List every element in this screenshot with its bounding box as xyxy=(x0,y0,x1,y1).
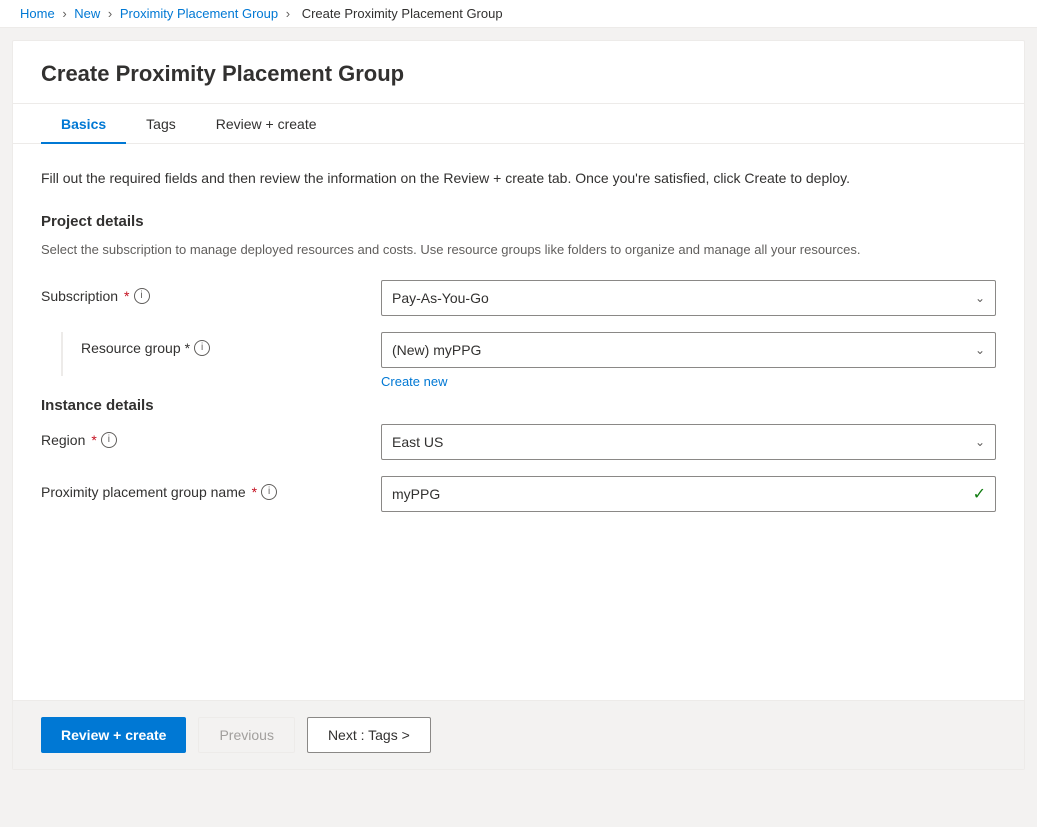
subscription-info-icon[interactable]: i xyxy=(134,288,150,304)
breadcrumb: Home › New › Proximity Placement Group ›… xyxy=(0,0,1037,28)
ppg-name-input-col: ✓ xyxy=(381,476,996,512)
resource-group-chevron-icon: ⌄ xyxy=(975,343,985,357)
subscription-value: Pay-As-You-Go xyxy=(392,290,489,306)
review-create-button[interactable]: Review + create xyxy=(41,717,186,753)
resource-group-dropdown[interactable]: (New) myPPG ⌄ xyxy=(381,332,996,368)
ppg-name-label: Proximity placement group name xyxy=(41,484,246,500)
ppg-name-label-col: Proximity placement group name * i xyxy=(41,476,381,500)
region-value: East US xyxy=(392,434,443,450)
region-label-col: Region * i xyxy=(41,424,381,448)
breadcrumb-new[interactable]: New xyxy=(74,6,100,21)
footer: Review + create Previous Next : Tags > xyxy=(13,700,1024,769)
subscription-label-col: Subscription * i xyxy=(41,280,381,304)
subscription-chevron-icon: ⌄ xyxy=(975,291,985,305)
page-description: Fill out the required fields and then re… xyxy=(41,168,996,189)
next-button[interactable]: Next : Tags > xyxy=(307,717,431,753)
region-row: Region * i East US ⌄ xyxy=(41,424,996,460)
subscription-input-col: Pay-As-You-Go ⌄ xyxy=(381,280,996,316)
indent-line xyxy=(61,332,63,376)
resource-group-label-col: Resource group * i xyxy=(81,332,381,356)
resource-group-row: Resource group * i (New) myPPG ⌄ Create … xyxy=(41,332,996,389)
region-label: Region xyxy=(41,432,85,448)
project-details-section: Project details Select the subscription … xyxy=(41,213,996,389)
instance-details-title: Instance details xyxy=(41,397,996,414)
indent-connector xyxy=(41,332,81,376)
resource-group-input-col: (New) myPPG ⌄ Create new xyxy=(381,332,996,389)
resource-group-required: * xyxy=(185,340,190,356)
page-title: Create Proximity Placement Group xyxy=(41,61,996,87)
region-required: * xyxy=(91,432,96,448)
content-area: Fill out the required fields and then re… xyxy=(13,144,1024,700)
ppg-name-required: * xyxy=(252,484,257,500)
tabs-row: Basics Tags Review + create xyxy=(13,104,1024,144)
project-details-desc: Select the subscription to manage deploy… xyxy=(41,240,996,260)
instance-details-section: Instance details Region * i East US ⌄ xyxy=(41,397,996,512)
subscription-dropdown[interactable]: Pay-As-You-Go ⌄ xyxy=(381,280,996,316)
region-dropdown[interactable]: East US ⌄ xyxy=(381,424,996,460)
ppg-name-input[interactable] xyxy=(381,476,996,512)
tab-review-create[interactable]: Review + create xyxy=(196,104,337,144)
tab-tags[interactable]: Tags xyxy=(126,104,196,144)
breadcrumb-ppg[interactable]: Proximity Placement Group xyxy=(120,6,278,21)
tab-basics[interactable]: Basics xyxy=(41,104,126,144)
subscription-label: Subscription xyxy=(41,288,118,304)
ppg-name-info-icon[interactable]: i xyxy=(261,484,277,500)
main-container: Create Proximity Placement Group Basics … xyxy=(12,40,1025,770)
subscription-required: * xyxy=(124,288,129,304)
resource-group-label: Resource group xyxy=(81,340,181,356)
region-info-icon[interactable]: i xyxy=(101,432,117,448)
resource-group-info-icon[interactable]: i xyxy=(194,340,210,356)
region-chevron-icon: ⌄ xyxy=(975,435,985,449)
breadcrumb-current: Create Proximity Placement Group xyxy=(302,6,503,21)
ppg-name-valid-icon: ✓ xyxy=(973,484,986,504)
ppg-name-input-wrapper: ✓ xyxy=(381,476,996,512)
page-header: Create Proximity Placement Group xyxy=(13,41,1024,104)
resource-group-value: (New) myPPG xyxy=(392,342,481,358)
subscription-row: Subscription * i Pay-As-You-Go ⌄ xyxy=(41,280,996,316)
create-new-link[interactable]: Create new xyxy=(381,374,447,389)
region-input-col: East US ⌄ xyxy=(381,424,996,460)
previous-button: Previous xyxy=(198,717,294,753)
project-details-title: Project details xyxy=(41,213,996,230)
ppg-name-row: Proximity placement group name * i ✓ xyxy=(41,476,996,512)
breadcrumb-home[interactable]: Home xyxy=(20,6,55,21)
